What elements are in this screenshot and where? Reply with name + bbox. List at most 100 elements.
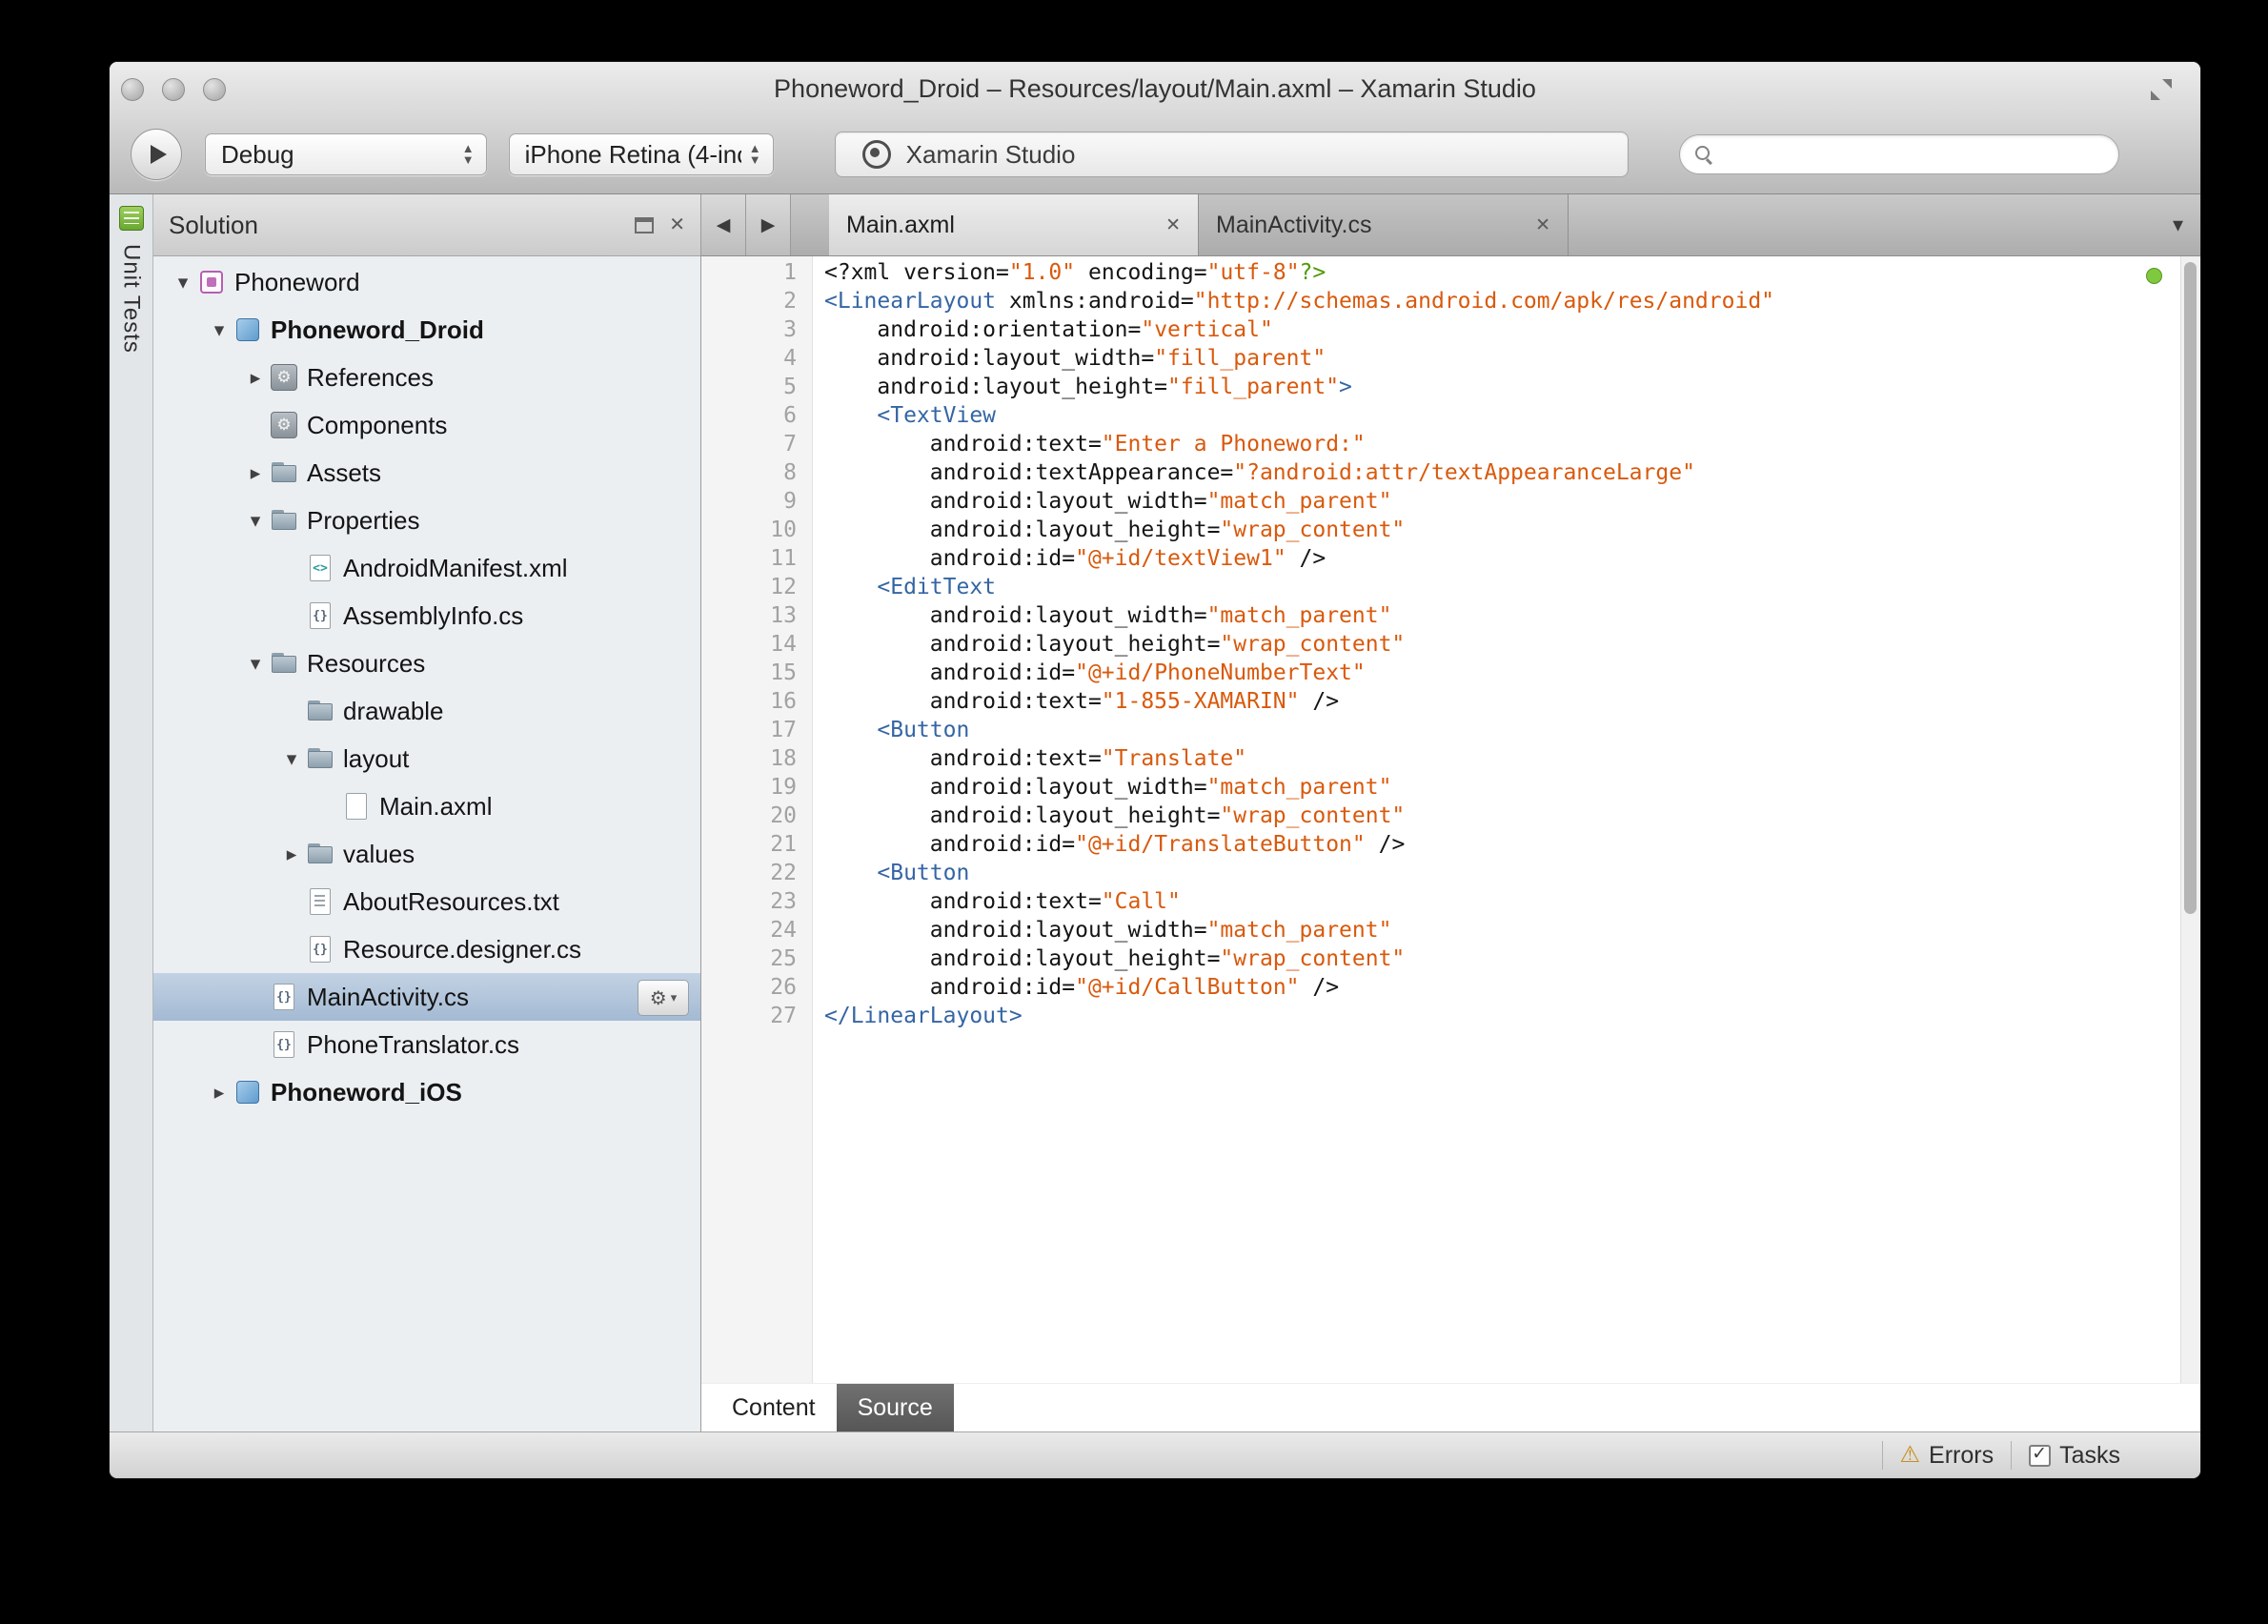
- tree-item-Assets[interactable]: ▸ Assets: [153, 449, 700, 497]
- tree-item-label: Resource.designer.cs: [343, 934, 582, 964]
- tab-close-icon[interactable]: ✕: [1535, 214, 1550, 236]
- statusbar-divider: [2011, 1441, 2013, 1470]
- tree-item-label: Resources: [307, 648, 426, 678]
- solution-icon: [197, 268, 226, 296]
- tree-item-label: PhoneTranslator.cs: [307, 1029, 520, 1059]
- tree-item-drawable[interactable]: drawable: [153, 687, 700, 735]
- tree-item-AndroidManifest.xml[interactable]: AndroidManifest.xml: [153, 544, 700, 592]
- configuration-value: Debug: [221, 139, 294, 169]
- search-input[interactable]: [1721, 140, 2118, 169]
- tab-close-icon[interactable]: ✕: [1165, 214, 1181, 236]
- line-number: 14: [770, 632, 797, 657]
- expander-expanded-icon[interactable]: ▾: [241, 652, 270, 676]
- scrollbar-thumb[interactable]: [2184, 262, 2197, 914]
- toolbar: Debug ▲ ▼ iPhone Retina (4-inch ▲ ▼ Xamari…: [110, 115, 2200, 193]
- tree-item-label: layout: [343, 743, 410, 773]
- tree-item-AssemblyInfo.cs[interactable]: AssemblyInfo.cs: [153, 592, 700, 639]
- tab-list-chevron-icon[interactable]: ▾: [2173, 213, 2183, 237]
- tree-item-Phoneword[interactable]: ▾ Phoneword: [153, 258, 700, 306]
- editor-tab-MainActivity.cs[interactable]: MainActivity.cs ✕: [1199, 194, 1569, 255]
- close-pad-icon[interactable]: ✕: [669, 215, 685, 234]
- source-view-button[interactable]: Source: [836, 1384, 954, 1431]
- code-line: <Button: [877, 718, 970, 742]
- minimize-window-button[interactable]: [162, 78, 185, 101]
- line-number: 8: [783, 460, 797, 485]
- folder-icon: [270, 458, 298, 487]
- expander-collapsed-icon[interactable]: ▸: [241, 461, 270, 485]
- line-number: 7: [783, 432, 797, 457]
- statusbar: ⚠ Errors Tasks: [110, 1431, 2200, 1478]
- tree-item-Phoneword_Droid[interactable]: ▾ Phoneword_Droid: [153, 306, 700, 354]
- navigate-back-button[interactable]: ◀: [701, 194, 746, 255]
- stepper-arrows-icon: ▲ ▼: [748, 141, 761, 167]
- tree-item-label: Main.axml: [379, 791, 493, 821]
- item-options-gear-button[interactable]: ⚙ ▾: [638, 980, 689, 1016]
- code-line: android:layout_width="match_parent": [824, 489, 1392, 514]
- tree-item-label: Components: [307, 410, 448, 439]
- project-icon: [233, 1078, 262, 1106]
- search-field[interactable]: [1678, 134, 2119, 174]
- tree-item-Properties[interactable]: ▾ Properties: [153, 497, 700, 544]
- tree-item-label: AssemblyInfo.cs: [343, 600, 524, 630]
- errors-button[interactable]: ⚠ Errors: [1900, 1442, 1995, 1470]
- file-icon: [342, 792, 371, 821]
- analysis-status-icon[interactable]: [2146, 268, 2162, 284]
- tree-item-References[interactable]: ▸ References: [153, 354, 700, 401]
- line-number: 19: [770, 775, 797, 800]
- editor-tabbar: ◀ ▶ Main.axml ✕ MainActivity.cs ✕ ▾: [701, 194, 2200, 256]
- tree-item-Components[interactable]: Components: [153, 401, 700, 449]
- tree-item-Phoneword_iOS[interactable]: ▸ Phoneword_iOS: [153, 1068, 700, 1116]
- titlebar[interactable]: Phoneword_Droid – Resources/layout/Main.…: [110, 62, 2200, 115]
- device-dropdown[interactable]: iPhone Retina (4-inch ▲ ▼: [508, 133, 774, 175]
- cs-file-icon: [306, 601, 334, 630]
- tree-item-Resource.designer.cs[interactable]: Resource.designer.cs: [153, 925, 700, 973]
- code-line: <EditText: [877, 575, 997, 599]
- code-lines[interactable]: <?xml version="1.0" encoding="utf-8"?> <L…: [813, 256, 2200, 1383]
- editor-area: ◀ ▶ Main.axml ✕ MainActivity.cs ✕ ▾ 1234567…: [701, 194, 2200, 1431]
- code-line: <LinearLayout xmlns:android="http://sche…: [824, 289, 1775, 314]
- expander-expanded-icon[interactable]: ▾: [277, 747, 306, 771]
- code-line: android:layout_height="fill_parent">: [824, 375, 1352, 399]
- expander-expanded-icon[interactable]: ▾: [241, 509, 270, 533]
- line-number: 5: [783, 375, 797, 399]
- tree-item-AboutResources.txt[interactable]: AboutResources.txt: [153, 878, 700, 925]
- code-editor[interactable]: 1 2 3 4 5 6 7 8 9 10 11 12 13 14 15 16 17 18 19 20 21 22 23 24 2…: [701, 256, 2200, 1383]
- expander-expanded-icon[interactable]: ▾: [205, 318, 233, 342]
- tree-item-MainActivity.cs[interactable]: MainActivity.cs ⚙▾: [153, 973, 700, 1021]
- expander-collapsed-icon[interactable]: ▸: [205, 1081, 233, 1105]
- folder-icon: [306, 697, 334, 725]
- xamarin-studio-window: Phoneword_Droid – Resources/layout/Main.…: [109, 61, 2201, 1479]
- content-view-button[interactable]: Content: [711, 1384, 837, 1431]
- unit-tests-pad-tab[interactable]: Unit Tests: [110, 194, 153, 1431]
- line-number: 16: [770, 689, 797, 714]
- tree-item-values[interactable]: ▸ values: [153, 830, 700, 878]
- tree-item-PhoneTranslator.cs[interactable]: PhoneTranslator.cs: [153, 1021, 700, 1068]
- expander-collapsed-icon[interactable]: ▸: [241, 366, 270, 390]
- expander-collapsed-icon[interactable]: ▸: [277, 842, 306, 866]
- configuration-dropdown[interactable]: Debug ▲ ▼: [205, 133, 487, 175]
- navigate-forward-button[interactable]: ▶: [746, 194, 791, 255]
- code-line: android:layout_height="wrap_content": [824, 632, 1406, 657]
- components-icon: [270, 411, 298, 439]
- tree-item-Main.axml[interactable]: Main.axml: [153, 782, 700, 830]
- tree-item-layout[interactable]: ▾ layout: [153, 735, 700, 782]
- tree-item-Resources[interactable]: ▾ Resources: [153, 639, 700, 687]
- line-number: 27: [770, 1004, 797, 1028]
- line-number: 21: [770, 832, 797, 857]
- expander-expanded-icon[interactable]: ▾: [169, 271, 197, 294]
- dock-pad-icon[interactable]: [635, 216, 655, 233]
- run-button[interactable]: [131, 129, 182, 180]
- folder-icon: [270, 506, 298, 535]
- stepper-arrows-icon: ▲ ▼: [461, 141, 475, 167]
- code-line: android:text="Call": [824, 889, 1181, 914]
- traffic-lights: [121, 78, 226, 101]
- errors-label: Errors: [1929, 1441, 1995, 1469]
- editor-tab-Main.axml[interactable]: Main.axml ✕: [829, 194, 1199, 255]
- tasks-button[interactable]: Tasks: [2029, 1442, 2120, 1470]
- zoom-window-button[interactable]: [203, 78, 226, 101]
- fullscreen-icon[interactable]: [2149, 77, 2174, 102]
- close-window-button[interactable]: [121, 78, 144, 101]
- editor-scrollbar[interactable]: [2180, 256, 2200, 1383]
- search-icon: [1694, 146, 1712, 163]
- tree-item-label: AndroidManifest.xml: [343, 553, 568, 582]
